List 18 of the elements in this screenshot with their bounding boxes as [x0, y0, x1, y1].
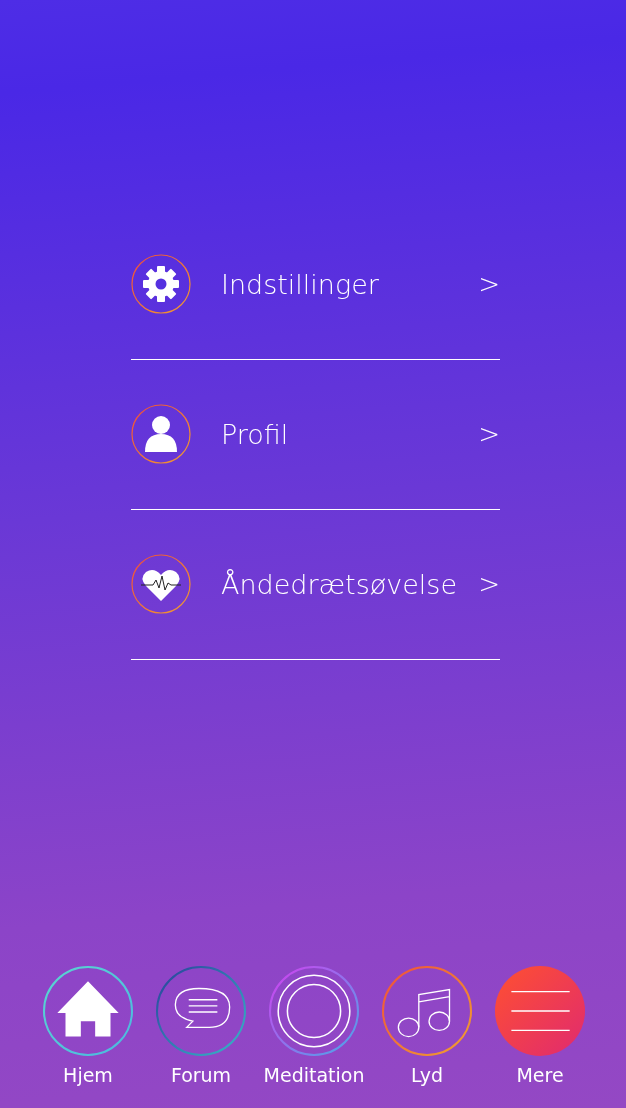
- chevron-icon[interactable]: >: [478, 269, 500, 299]
- menu-item-label[interactable]: Profil: [221, 418, 479, 450]
- gear-icon: [131, 254, 191, 314]
- tab-bar-item[interactable]: Mere: [490, 966, 590, 1086]
- chevron-icon[interactable]: >: [478, 569, 500, 599]
- tab-bar-item[interactable]: Lyd: [377, 966, 477, 1086]
- menu-item-label[interactable]: Indstillinger: [221, 268, 479, 300]
- tab-bar-item[interactable]: Forum: [151, 966, 251, 1086]
- ring-icon: [269, 966, 359, 1056]
- tab-bar-item[interactable]: Hjem: [38, 966, 138, 1086]
- menu-icon: [495, 966, 585, 1056]
- home-icon: [43, 966, 133, 1056]
- speech-bubble-icon: [156, 966, 246, 1056]
- tab-bar-item[interactable]: Meditation: [264, 966, 364, 1086]
- chevron-icon[interactable]: >: [478, 419, 500, 449]
- person-icon: [131, 404, 191, 464]
- menu-item-label[interactable]: Åndedrætsøvelse: [221, 568, 479, 600]
- music-note-icon: [382, 966, 472, 1056]
